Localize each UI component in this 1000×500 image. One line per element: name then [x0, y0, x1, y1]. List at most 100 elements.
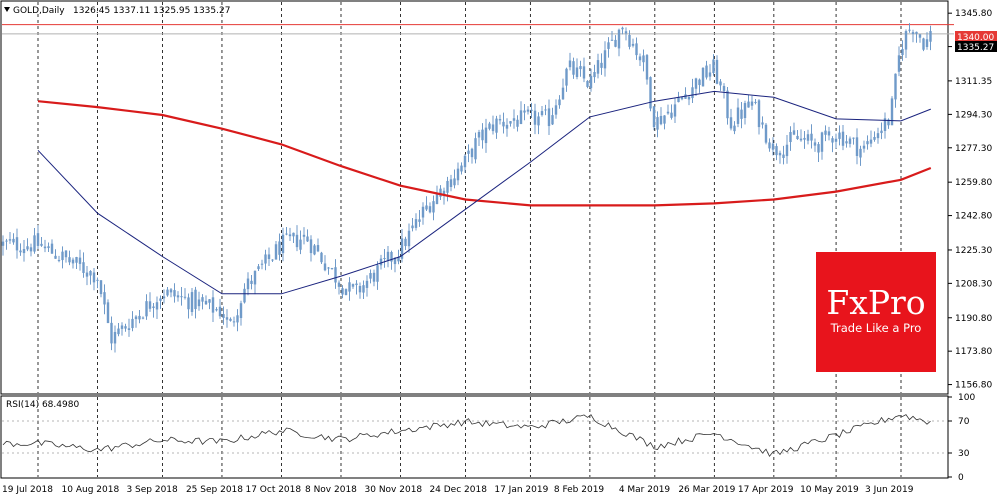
candle-body: [761, 122, 764, 125]
price-tick-label: 1294.30: [955, 110, 992, 120]
candle-body: [484, 127, 488, 144]
candle-body: [505, 124, 509, 129]
candle-body: [274, 244, 278, 260]
candle-body: [239, 303, 243, 319]
candle-body: [498, 119, 502, 121]
candle-body: [659, 115, 663, 125]
candle-body: [537, 116, 540, 126]
candle-body: [85, 272, 89, 277]
candle-body: [78, 257, 82, 264]
candle-body: [124, 326, 127, 329]
candle-body: [582, 66, 586, 79]
candle-body: [264, 254, 267, 264]
candle-body: [218, 306, 222, 317]
candle-body: [509, 121, 512, 124]
date-tick-label: 19 Jul 2018: [2, 485, 53, 495]
candle-body: [145, 301, 148, 317]
candle-body: [281, 234, 285, 254]
candle-body: [197, 299, 201, 307]
candle-body: [460, 165, 463, 172]
candle-body: [250, 280, 253, 284]
candle-body: [306, 236, 309, 242]
candle-body: [852, 137, 855, 139]
date-tick-label: 30 Nov 2018: [365, 485, 423, 495]
candle-body: [862, 145, 866, 149]
candle-body: [908, 29, 911, 31]
price-axis: 1345.801328.801311.351294.301277.301259.…: [948, 9, 992, 391]
candle-body: [614, 39, 617, 47]
date-tick-label: 17 Apr 2019: [738, 485, 794, 495]
date-tick-label: 10 May 2019: [800, 485, 859, 495]
candle-body: [260, 263, 264, 265]
candle-body: [715, 59, 719, 84]
candle-body: [393, 258, 397, 265]
candle-body: [600, 62, 603, 68]
candle-body: [691, 87, 694, 99]
candle-body: [372, 272, 376, 282]
candle-body: [502, 121, 505, 127]
candle-body: [575, 67, 579, 77]
candle-body: [103, 292, 106, 305]
candle-body: [432, 201, 435, 213]
date-tick-label: 17 Jan 2019: [494, 485, 548, 495]
price-tick-label: 1173.80: [955, 347, 992, 357]
logo-brand: FxPro: [826, 283, 925, 322]
candle-body: [439, 188, 442, 197]
date-axis: 19 Jul 2018 10 Aug 2018 3 Sep 2018 25 Sep 2…: [2, 485, 914, 495]
candle-body: [526, 109, 530, 112]
candle-body: [880, 130, 883, 134]
candle-body: [551, 115, 554, 125]
rsi-header: RSI(14) 68.4980: [6, 400, 79, 410]
candle-body: [635, 43, 638, 56]
candle-body: [355, 283, 358, 286]
candle-body: [572, 61, 575, 75]
price-tick-label: 1345.80: [955, 9, 992, 19]
candle-body: [404, 238, 407, 247]
candle-body: [649, 77, 652, 109]
candle-body: [330, 268, 334, 270]
price-tick-label: 1277.30: [955, 144, 992, 154]
date-tick-label: 10 Aug 2018: [62, 485, 120, 495]
candle-body: [176, 295, 180, 298]
candle-body: [8, 239, 12, 241]
candle-body: [610, 39, 614, 41]
candle-body: [82, 262, 85, 273]
candle-body: [127, 328, 131, 330]
candle-body: [257, 266, 260, 270]
candle-body: [225, 317, 229, 320]
candle-body: [141, 317, 145, 319]
candle-body: [295, 234, 299, 248]
candle-body: [278, 241, 281, 255]
candle-body: [169, 289, 173, 293]
candle-body: [736, 107, 740, 124]
candle-body: [561, 87, 565, 100]
candle-body: [925, 39, 929, 47]
candle-body: [873, 136, 876, 140]
candle-body: [579, 66, 582, 70]
candle-body: [890, 98, 894, 126]
candle-body: [519, 110, 523, 125]
candle-body: [733, 125, 736, 132]
candle-body: [470, 148, 474, 158]
candle-body: [204, 300, 208, 305]
candle-body: [337, 282, 341, 287]
candle-body: [117, 328, 120, 335]
candle-body: [799, 138, 803, 141]
price-tick-label: 1156.80: [955, 381, 992, 391]
rsi-axis: 100 70 30 0: [948, 393, 975, 483]
date-tick-label: 8 Feb 2019: [554, 485, 605, 495]
candle-body: [757, 100, 761, 128]
candle-body: [876, 133, 880, 139]
candle-body: [740, 109, 743, 119]
candle-body: [201, 297, 204, 302]
candle-body: [544, 109, 547, 111]
candle-body: [456, 168, 460, 181]
candle-body: [628, 34, 631, 47]
candle-body: [547, 108, 551, 127]
date-tick-label: 25 Sep 2018: [186, 485, 243, 495]
candle-body: [43, 246, 47, 249]
candle-body: [351, 284, 355, 287]
candle-body: [726, 90, 729, 119]
collapse-triangle-icon[interactable]: [4, 7, 10, 12]
candle-body: [113, 331, 117, 344]
